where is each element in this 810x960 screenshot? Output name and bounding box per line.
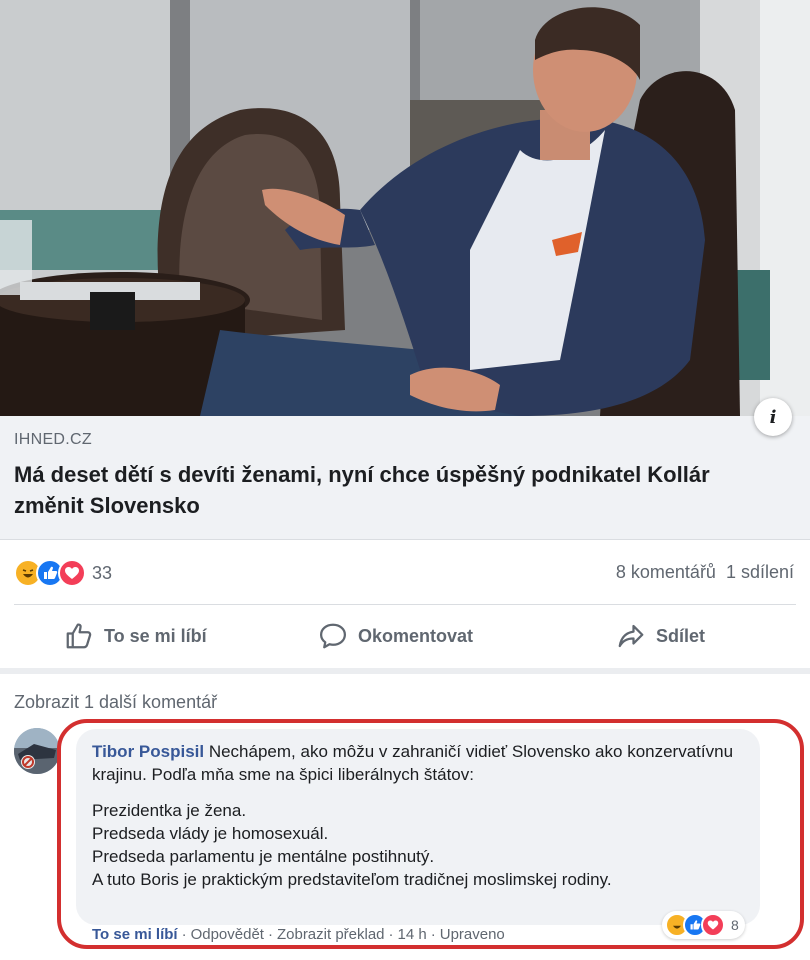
comment-count-link[interactable]: 8 komentářů bbox=[616, 562, 716, 583]
comment-line: Predseda parlamentu je mentálne postihnu… bbox=[92, 847, 435, 866]
like-label: To se mi líbí bbox=[104, 625, 207, 646]
like-button[interactable]: To se mi líbí bbox=[64, 621, 207, 651]
speech-bubble-icon bbox=[318, 621, 348, 651]
comment-like-link[interactable]: To se mi líbí bbox=[92, 926, 178, 943]
thumbs-up-icon bbox=[64, 621, 94, 651]
comment-label: Okomentovat bbox=[358, 625, 474, 646]
article-photo-image bbox=[0, 0, 810, 416]
comment-bubble[interactable]: Tibor Pospisil Nechápem, ako môžu v zahr… bbox=[76, 729, 760, 925]
comment-line: Prezidentka je žena. bbox=[92, 801, 247, 820]
share-count-link[interactable]: 1 sdílení bbox=[726, 562, 794, 583]
share-label: Sdílet bbox=[656, 625, 706, 646]
comment-meta: To se mi líbí · Odpovědět · Zobrazit překlad… bbox=[92, 926, 505, 943]
reaction-summary[interactable]: 33 bbox=[14, 559, 112, 587]
reaction-count: 33 bbox=[92, 562, 113, 583]
comment-list: Prezidentka je žena. Predseda vlády je h… bbox=[92, 799, 744, 891]
post-actions: To se mi líbí Okomentovat Sdílet bbox=[0, 605, 810, 667]
article-photo[interactable] bbox=[0, 0, 810, 416]
section-separator bbox=[0, 668, 810, 674]
comment-body: Tibor Pospisil Nechápem, ako môžu v zahr… bbox=[92, 740, 744, 786]
share-button[interactable]: Sdílet bbox=[616, 621, 705, 651]
show-more-comments-link[interactable]: Zobrazit 1 další komentář bbox=[14, 692, 217, 713]
comment-author[interactable]: Tibor Pospisil bbox=[92, 742, 204, 761]
comment-line: Predseda vlády je homosexuál. bbox=[92, 824, 329, 843]
comment-button[interactable]: Okomentovat bbox=[318, 621, 473, 651]
comment-reply-link[interactable]: Odpovědět bbox=[191, 926, 264, 943]
info-icon[interactable]: i bbox=[754, 398, 792, 436]
avatar-image bbox=[14, 728, 60, 774]
comment-translate-link[interactable]: Zobrazit překlad bbox=[277, 926, 385, 943]
share-arrow-icon bbox=[616, 621, 646, 651]
comment-reactions[interactable]: 8 bbox=[662, 911, 745, 939]
avatar[interactable] bbox=[14, 728, 60, 774]
love-icon bbox=[701, 913, 725, 937]
link-title[interactable]: Má deset dětí s devíti ženami, nyní chce… bbox=[14, 459, 774, 521]
comment-reaction-count: 8 bbox=[731, 917, 739, 933]
comment-edited: Upraveno bbox=[439, 926, 505, 943]
love-icon bbox=[58, 559, 86, 587]
comment-line: A tuto Boris je praktickým predstaviteľo… bbox=[92, 870, 612, 889]
link-preview[interactable]: IHNED.CZ Má deset dětí s devíti ženami, … bbox=[0, 416, 810, 540]
link-domain: IHNED.CZ bbox=[14, 431, 92, 448]
comment-time[interactable]: 14 h bbox=[398, 926, 427, 943]
post-stats: 33 8 komentářů 1 sdílení bbox=[0, 540, 810, 604]
